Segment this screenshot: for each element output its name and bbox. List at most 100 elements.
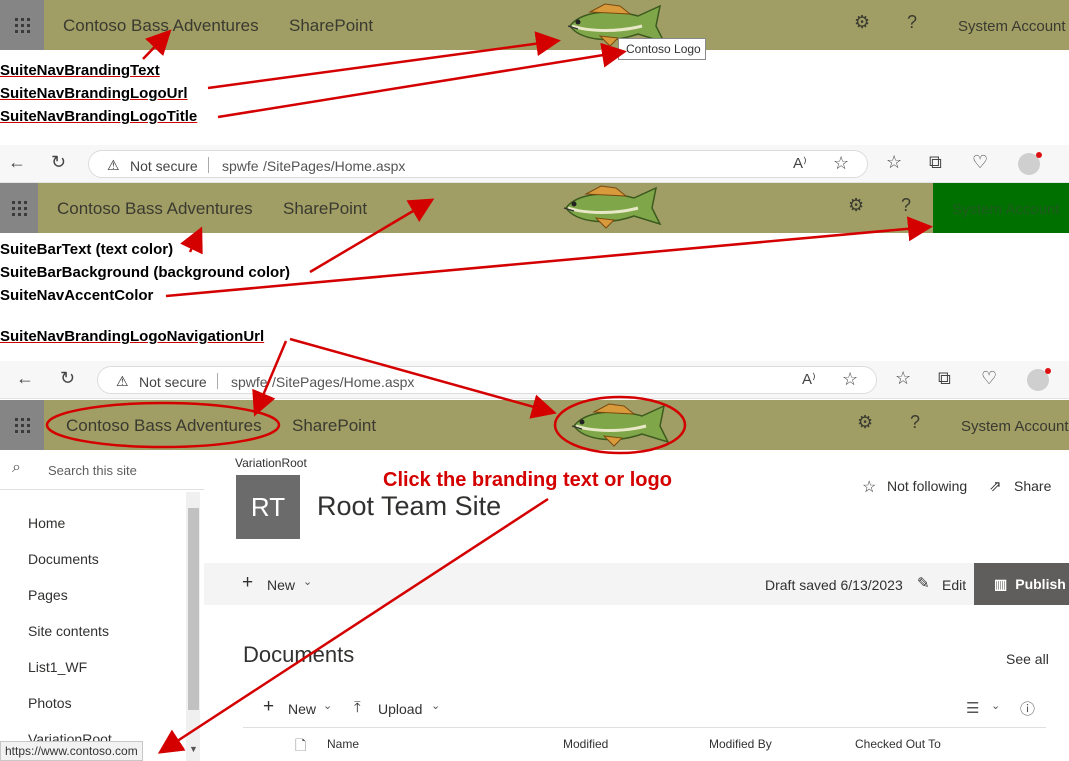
help-icon[interactable]: ? [910, 412, 920, 433]
back-icon[interactable]: ← [8, 152, 26, 173]
nav-item-site-contents[interactable]: Site contents [28, 623, 109, 639]
arrow-logo-title [217, 42, 627, 119]
column-modified-by[interactable]: Modified By [709, 737, 772, 751]
view-options-icon[interactable]: ☰ [966, 699, 979, 717]
not-secure-label: Not secure [130, 158, 198, 174]
label-branding-text: SuiteNavBrandingText [0, 62, 160, 79]
refresh-icon[interactable]: ↻ [60, 368, 75, 389]
accent-account-area[interactable]: System Account [933, 183, 1069, 233]
share-button[interactable]: Share [1014, 478, 1051, 494]
arrow-accent-color [165, 216, 933, 298]
warning-icon: ⚠ [116, 373, 129, 389]
edit-icon[interactable]: ✎ [917, 574, 930, 592]
branding-text[interactable]: Contoso Bass Adventures [57, 199, 253, 219]
suitebar-3: Contoso Bass Adventures SharePoint ⚙ ? S… [0, 400, 1069, 450]
read-aloud-icon[interactable]: A⁾ [793, 154, 807, 172]
favorites-icon[interactable]: ☆ [886, 152, 902, 173]
upload-button[interactable]: Upload [378, 701, 422, 717]
share-icon[interactable]: ⇗ [989, 477, 1002, 495]
sharepoint-label[interactable]: SharePoint [289, 16, 373, 36]
refresh-icon[interactable]: ↻ [51, 152, 66, 173]
star-icon[interactable]: ☆ [862, 477, 876, 497]
favorite-star-icon[interactable]: ☆ [833, 153, 849, 174]
app-launcher-button[interactable] [0, 400, 44, 450]
publish-label: Publish [1015, 576, 1066, 592]
read-aloud-icon[interactable]: A⁾ [802, 370, 816, 388]
variation-label[interactable]: VariationRoot [235, 456, 307, 470]
label-logo-title: SuiteNavBrandingLogoTitle [0, 108, 198, 125]
collections-icon[interactable]: ⧉ [938, 368, 951, 389]
new-button[interactable]: New [267, 577, 295, 593]
health-icon[interactable]: ♡ [972, 152, 988, 173]
plus-icon[interactable]: + [242, 572, 253, 594]
nav-item-documents[interactable]: Documents [28, 551, 99, 567]
column-checked-out-to[interactable]: Checked Out To [855, 737, 941, 751]
gear-icon[interactable]: ⚙ [848, 195, 864, 216]
status-bar-url: https://www.contoso.com [0, 741, 143, 761]
app-launcher-button[interactable] [0, 0, 44, 50]
url-host: spwfe [231, 374, 268, 390]
publish-icon: ▥ [994, 575, 1008, 592]
url-host: spwfe [222, 158, 259, 174]
scroll-down-icon[interactable]: ▼ [189, 744, 198, 754]
info-icon[interactable]: ⓘ [1020, 698, 1035, 719]
plus-icon[interactable]: + [263, 696, 274, 718]
branding-text[interactable]: Contoso Bass Adventures [63, 16, 259, 36]
help-icon[interactable]: ? [907, 12, 917, 33]
collections-icon[interactable]: ⧉ [929, 152, 942, 173]
site-logo-initials: RT [250, 491, 286, 522]
address-field[interactable]: ⚠ Not secure spwfe /SitePages/Home.aspx … [97, 366, 877, 394]
label-logo-nav-url: SuiteNavBrandingLogoNavigationUrl [0, 328, 265, 345]
bass-fish-logo[interactable] [564, 402, 672, 448]
branding-text[interactable]: Contoso Bass Adventures [66, 416, 262, 436]
health-icon[interactable]: ♡ [981, 368, 997, 389]
bass-fish-logo[interactable] [556, 184, 664, 230]
nav-item-photos[interactable]: Photos [28, 695, 72, 711]
sharepoint-label[interactable]: SharePoint [292, 416, 376, 436]
column-name[interactable]: Name [327, 737, 359, 751]
suitebar-1: Contoso Bass Adventures SharePoint ⚙ ? S… [0, 0, 1069, 50]
suitebar-2: Contoso Bass Adventures SharePoint ⚙ ? S… [0, 183, 1069, 233]
back-icon[interactable]: ← [16, 368, 34, 389]
search-input[interactable]: Search this site [48, 463, 137, 478]
gear-icon[interactable]: ⚙ [854, 12, 870, 33]
account-name[interactable]: System Account [958, 18, 1066, 35]
column-modified[interactable]: Modified [563, 737, 608, 751]
waffle-icon [11, 200, 27, 216]
address-field[interactable]: ⚠ Not secure spwfe /SitePages/Home.aspx … [88, 150, 868, 178]
chevron-down-icon[interactable]: ⌄ [991, 699, 1000, 712]
favorite-star-icon[interactable]: ☆ [842, 369, 858, 390]
publish-button[interactable]: ▥ Publish [974, 563, 1069, 605]
see-all-link[interactable]: See all [1006, 651, 1049, 667]
documents-heading[interactable]: Documents [243, 642, 354, 668]
command-bar: + New ⌄ Draft saved 6/13/2023 ✎ Edit [204, 563, 1069, 605]
site-logo[interactable]: RT [236, 475, 300, 539]
site-title[interactable]: Root Team Site [317, 491, 501, 522]
nav-item-list1-wf[interactable]: List1_WF [28, 659, 87, 675]
account-name[interactable]: System Account [961, 418, 1069, 435]
nav-item-home[interactable]: Home [28, 515, 65, 531]
account-name[interactable]: System Account [952, 201, 1060, 218]
follow-button[interactable]: Not following [887, 478, 967, 494]
waffle-icon [14, 417, 30, 433]
url-path: /SitePages/Home.aspx [272, 374, 415, 390]
upload-icon[interactable]: ⤒ [354, 699, 361, 716]
label-bar-text: SuiteBarText (text color) [0, 241, 174, 258]
edit-button[interactable]: Edit [942, 577, 966, 593]
favorites-icon[interactable]: ☆ [895, 368, 911, 389]
chevron-down-icon[interactable]: ⌄ [303, 575, 312, 588]
warning-icon: ⚠ [107, 157, 120, 173]
help-icon[interactable]: ? [901, 195, 911, 216]
chevron-down-icon[interactable]: ⌄ [431, 699, 440, 712]
nav-scrollbar-thumb[interactable] [188, 508, 199, 710]
label-bar-background: SuiteBarBackground (background color) [0, 264, 291, 281]
site-search[interactable]: ⌕ Search this site [0, 450, 204, 490]
sharepoint-label[interactable]: SharePoint [283, 199, 367, 219]
notification-dot [1045, 368, 1051, 374]
nav-item-pages[interactable]: Pages [28, 587, 68, 603]
doc-new-button[interactable]: New [288, 701, 316, 717]
app-launcher-button[interactable] [0, 183, 38, 233]
logo-tooltip: Contoso Logo [618, 38, 706, 60]
chevron-down-icon[interactable]: ⌄ [323, 699, 332, 712]
gear-icon[interactable]: ⚙ [857, 412, 873, 433]
